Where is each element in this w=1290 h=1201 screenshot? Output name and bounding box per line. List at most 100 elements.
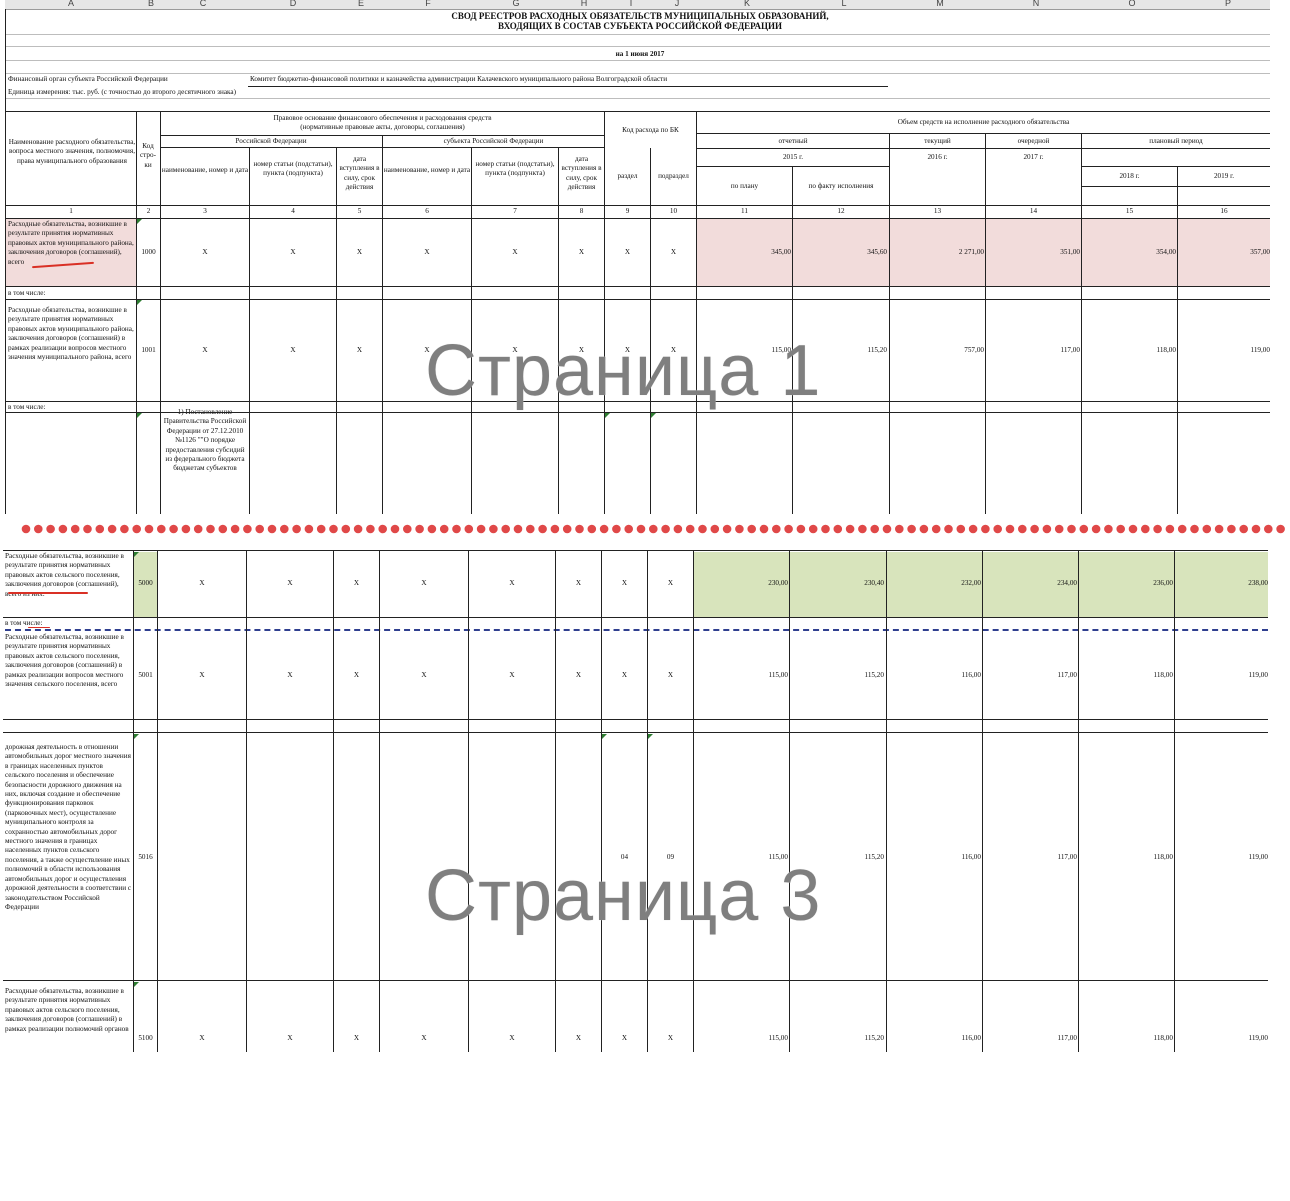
separator-dot: [710, 524, 720, 534]
separator-dot: [1202, 524, 1212, 534]
row-1000-code[interactable]: 1000: [137, 248, 160, 257]
col-header-k[interactable]: K: [741, 0, 753, 8]
row-5016-name[interactable]: дорожная деятельность в отношении автомо…: [5, 743, 132, 912]
row-5001-code[interactable]: 5001: [134, 671, 157, 680]
row-5100-2019[interactable]: 119,00: [1175, 1034, 1269, 1043]
row-5100-plan-2015[interactable]: 115,00: [694, 1034, 789, 1043]
row-5016-2019[interactable]: 119,00: [1175, 853, 1269, 862]
report-title-line1: СВОД РЕЕСТРОВ РАСХОДНЫХ ОБЯЗАТЕЛЬСТВ МУН…: [451, 11, 829, 21]
row-5000-code[interactable]: 5000: [134, 579, 157, 588]
separator-dot: [550, 524, 560, 534]
x-mark: X: [621, 579, 628, 587]
separator-dot: [919, 524, 929, 534]
grid-row: [5, 60, 1270, 61]
colnum-8: 8: [579, 207, 584, 215]
header-current: текущий: [924, 137, 951, 145]
col-header-d[interactable]: D: [287, 0, 299, 8]
row-1000-2018[interactable]: 354,00: [1082, 248, 1176, 257]
row-5016-2017[interactable]: 117,00: [983, 853, 1078, 862]
row-5000-plan-2015[interactable]: 230,00: [694, 579, 788, 588]
separator-dot: [464, 524, 474, 534]
header-act-name: наименование, номер и дата: [161, 166, 249, 174]
separator-dot: [439, 524, 449, 534]
row-1001-2019[interactable]: 119,00: [1178, 346, 1271, 355]
separator-dot: [1030, 524, 1039, 534]
row-1001-2018[interactable]: 118,00: [1082, 346, 1177, 355]
col-header-i[interactable]: I: [625, 0, 637, 8]
colnum-10: 10: [669, 207, 678, 215]
row-5100-name[interactable]: Расходные обязательства, возникшие в рез…: [5, 987, 132, 1034]
row-5100-2018[interactable]: 118,00: [1079, 1034, 1174, 1043]
separator-dot: [1079, 524, 1089, 534]
x-mark: X: [512, 248, 518, 256]
row-5016-2016[interactable]: 116,00: [887, 853, 982, 862]
header-2016: 2016 г.: [927, 153, 948, 161]
row-5001-plan-2015[interactable]: 115,00: [694, 671, 789, 680]
row-5001-2017[interactable]: 117,00: [983, 671, 1078, 680]
col-header-e[interactable]: E: [355, 0, 367, 8]
table-border: [555, 550, 556, 1052]
row-1001-2017[interactable]: 117,00: [986, 346, 1081, 355]
row-5100-2016[interactable]: 116,00: [887, 1034, 982, 1043]
table-border: [160, 111, 161, 514]
row-1001-code[interactable]: 1001: [137, 346, 160, 355]
row-1001-name[interactable]: Расходные обязательства, возникшие в рез…: [8, 306, 136, 362]
row-5000-2019[interactable]: 238,00: [1175, 579, 1268, 588]
row-5000-2017[interactable]: 234,00: [983, 579, 1077, 588]
row-5100-fact-2015[interactable]: 115,20: [790, 1034, 885, 1043]
cell-comment-marker: [605, 413, 610, 418]
separator-dot: [1214, 524, 1224, 534]
separator-dot: [747, 524, 756, 534]
separator-dot: [280, 524, 289, 534]
col-header-h[interactable]: H: [578, 0, 590, 8]
col-header-p[interactable]: P: [1222, 0, 1234, 8]
grid-row: [5, 73, 1270, 74]
row-1000-name[interactable]: Расходные обязательства, возникшие в рез…: [8, 220, 134, 267]
row-5016-code[interactable]: 5016: [134, 853, 157, 862]
row-1000-plan-2015[interactable]: 345,00: [697, 248, 791, 257]
separator-dot: [587, 524, 597, 534]
row-5000-fact-2015[interactable]: 230,40: [790, 579, 884, 588]
finance-organ-value[interactable]: Комитет бюджетно-финансовой политики и к…: [250, 75, 890, 84]
separator-dot: [70, 524, 80, 534]
act-text[interactable]: 1) Постановление Правительства Российско…: [162, 408, 248, 513]
row-1001-2016[interactable]: 757,00: [890, 346, 984, 355]
row-5001-fact-2015[interactable]: 115,20: [790, 671, 885, 680]
col-header-c[interactable]: C: [197, 0, 209, 8]
x-mark: X: [575, 1034, 582, 1042]
row-5100-2017[interactable]: 117,00: [983, 1034, 1078, 1043]
col-header-a[interactable]: A: [65, 0, 77, 8]
row-5016-2018[interactable]: 118,00: [1079, 853, 1174, 862]
separator-dot: [341, 524, 351, 534]
col-header-f[interactable]: F: [422, 0, 434, 8]
col-header-l[interactable]: L: [838, 0, 850, 8]
x-mark: X: [509, 579, 515, 587]
row-5001-2019[interactable]: 119,00: [1175, 671, 1269, 680]
row-5000-2018[interactable]: 236,00: [1079, 579, 1173, 588]
row-5001-2016[interactable]: 116,00: [887, 671, 982, 680]
row-1000-2019[interactable]: 357,00: [1178, 248, 1270, 257]
row-1000-2017[interactable]: 351,00: [986, 248, 1080, 257]
table-border: [886, 550, 887, 1052]
colnum-12: 12: [837, 207, 845, 215]
separator-dot: [1251, 524, 1261, 534]
row-1000-fact-2015[interactable]: 345,60: [793, 248, 887, 257]
col-header-n[interactable]: N: [1030, 0, 1042, 8]
table-border: [601, 550, 602, 1052]
col-header-g[interactable]: G: [510, 0, 522, 8]
col-header-m[interactable]: M: [934, 0, 946, 8]
grid-row: [5, 46, 1270, 47]
row-5100-code[interactable]: 5100: [134, 1034, 157, 1043]
separator-dot: [1165, 524, 1175, 534]
col-header-j[interactable]: J: [671, 0, 683, 8]
row-5001-name[interactable]: Расходные обязательства, возникшие в рез…: [5, 633, 132, 689]
x-mark: X: [624, 248, 631, 256]
col-header-b[interactable]: B: [145, 0, 157, 8]
row-5000-2016[interactable]: 232,00: [887, 579, 981, 588]
col-header-o[interactable]: O: [1126, 0, 1138, 8]
separator-dot: [144, 524, 154, 534]
row-5001-2018[interactable]: 118,00: [1079, 671, 1174, 680]
page-separator-dots: [21, 524, 1285, 534]
row-1000-2016[interactable]: 2 271,00: [890, 248, 984, 257]
table-border: [468, 550, 469, 1052]
